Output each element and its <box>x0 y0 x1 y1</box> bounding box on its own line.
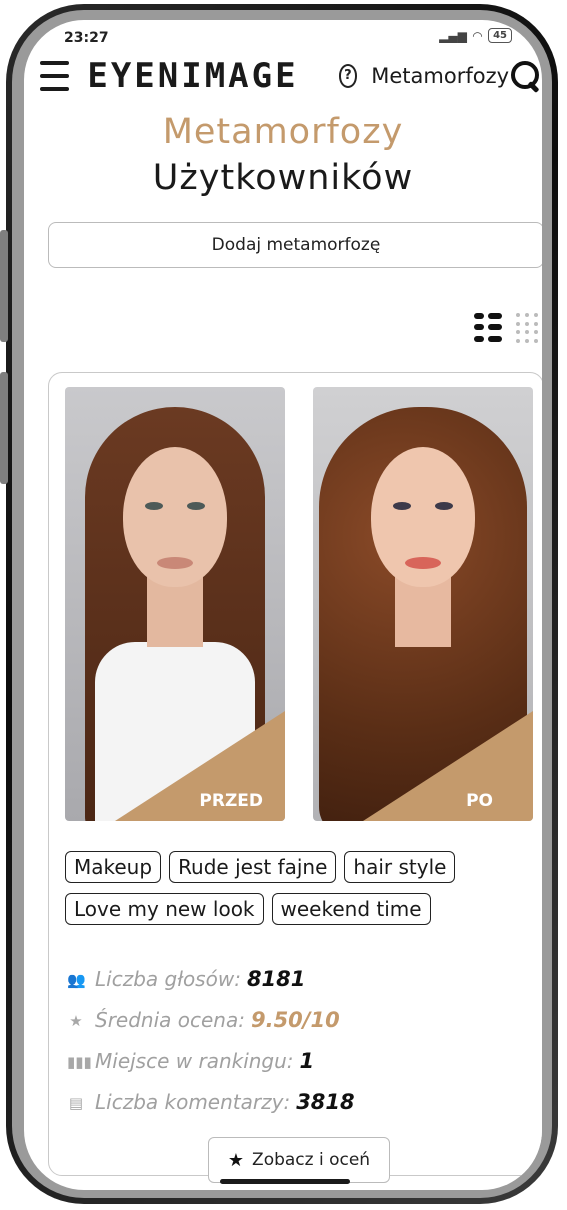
stat-value: 3818 <box>296 1089 355 1114</box>
view-toggle <box>474 313 542 343</box>
before-photo[interactable]: PRZED <box>65 387 285 821</box>
stat-comments: ▤ Liczba komentarzy: 3818 <box>67 1081 527 1122</box>
stats-list: 👥 Liczba głosów: 8181 ★ Średnia ocena: 9… <box>67 958 527 1122</box>
comment-icon: ▤ <box>68 1093 84 1112</box>
tag[interactable]: hair style <box>344 851 456 883</box>
top-navigation: EYENIMAGE ? Metamorfozy <box>36 50 540 102</box>
logo[interactable]: EYENIMAGE <box>87 56 298 96</box>
screen: 23:27 ▂▄▆ ◠ 45 EYENIMAGE ? Metamorfozy M… <box>24 20 542 1190</box>
stat-value: 9.50/10 <box>250 1007 340 1032</box>
stat-label: Miejsce w rankingu: <box>95 1048 294 1073</box>
stat-label: Liczba komentarzy: <box>95 1089 291 1114</box>
menu-icon[interactable] <box>40 61 70 91</box>
stat-value: 1 <box>299 1048 315 1073</box>
view-and-rate-button[interactable]: ★ Zobacz i oceń <box>208 1137 390 1183</box>
ranking-icon: ▮▮▮ <box>67 1052 92 1071</box>
battery-icon: 45 <box>488 28 512 43</box>
list-view-icon[interactable] <box>474 313 502 343</box>
tag-list: Makeup Rude jest fajne hair style Love m… <box>65 851 527 925</box>
status-icons: ▂▄▆ ◠ 45 <box>439 28 512 43</box>
phone-side-button <box>0 372 8 484</box>
help-icon[interactable]: ? <box>338 64 358 88</box>
page-title-line2: Użytkowników <box>152 158 414 198</box>
stat-votes: 👥 Liczba głosów: 8181 <box>67 958 527 999</box>
home-indicator <box>220 1179 350 1184</box>
after-label: PO <box>466 791 493 811</box>
nav-metamorfozy[interactable]: Metamorfozy <box>371 64 509 88</box>
tag[interactable]: Love my new look <box>65 893 264 925</box>
search-icon[interactable] <box>509 59 540 94</box>
wifi-icon: ◠ <box>472 28 483 43</box>
page-title-line1: Metamorfozy <box>162 112 404 152</box>
users-icon: 👥 <box>67 970 86 989</box>
tag[interactable]: Rude jest fajne <box>169 851 337 883</box>
add-metamorphosis-button[interactable]: Dodaj metamorfozę <box>48 222 542 268</box>
before-label: PRZED <box>199 791 263 811</box>
stat-rating: ★ Średnia ocena: 9.50/10 <box>67 999 527 1040</box>
status-bar: 23:27 ▂▄▆ ◠ 45 <box>64 28 512 50</box>
stat-label: Liczba głosów: <box>95 966 241 991</box>
status-time: 23:27 <box>64 30 109 46</box>
stat-label: Średnia ocena: <box>95 1007 245 1032</box>
tag[interactable]: Makeup <box>65 851 162 883</box>
metamorphosis-card: PRZED PO Makeup Rude jest fajne hair sty… <box>48 372 542 1183</box>
star-icon: ★ <box>69 1011 83 1030</box>
after-photo[interactable]: PO <box>313 387 533 821</box>
star-icon: ★ <box>227 1149 245 1171</box>
grid-view-icon[interactable] <box>516 313 542 343</box>
cta-label: Zobacz i oceń <box>252 1150 371 1170</box>
stat-rank: ▮▮▮ Miejsce w rankingu: 1 <box>67 1040 527 1081</box>
logo-text: EYENIMAGE <box>87 56 299 96</box>
phone-side-button <box>0 230 8 342</box>
tag[interactable]: weekend time <box>271 893 431 925</box>
stat-value: 8181 <box>246 966 306 991</box>
signal-icon: ▂▄▆ <box>439 28 467 43</box>
